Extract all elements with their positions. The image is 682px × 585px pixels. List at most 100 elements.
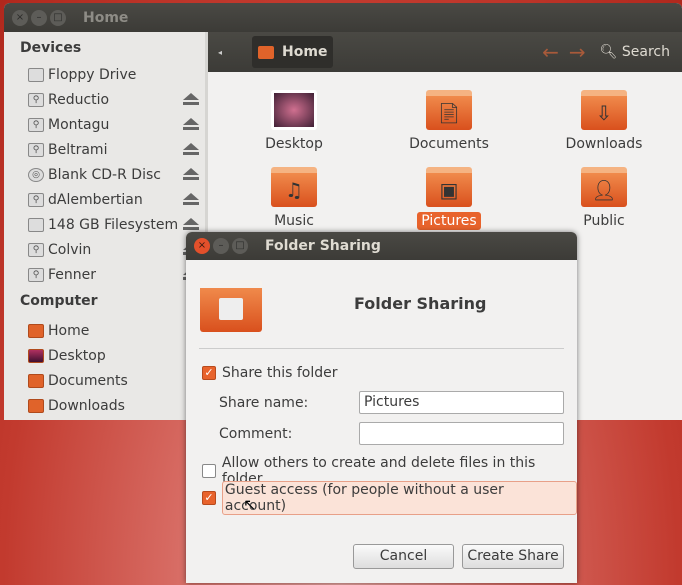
sidebar-item-device[interactable]: ◎ Blank CD-R Disc — [4, 162, 205, 187]
file-item[interactable]: ⇩ Downloads — [544, 90, 664, 152]
folder-icon: ▣ — [426, 167, 472, 207]
checkbox-unchecked-icon — [202, 464, 216, 478]
usb-drive-icon: ⚲ — [28, 117, 44, 132]
usb-drive-icon: ⚲ — [28, 242, 44, 257]
file-item[interactable]: 📄︎ Documents — [389, 90, 509, 152]
sidebar-item-label: Fenner — [48, 266, 97, 283]
sidebar-item-label: Beltrami — [48, 141, 108, 158]
usb-drive-icon: ⚲ — [28, 267, 44, 282]
file-label: Public — [583, 213, 625, 229]
folder-icon: ♫ — [271, 167, 317, 207]
forward-arrow-icon[interactable]: → — [569, 40, 586, 64]
sidebar-item-device[interactable]: ⚲ dAlembertian — [4, 187, 205, 212]
file-item[interactable]: ♫ Music — [234, 167, 354, 229]
usb-drive-icon: ⚲ — [28, 142, 44, 157]
usb-drive-icon: ⚲ — [28, 92, 44, 107]
eject-icon[interactable] — [183, 118, 199, 130]
sidebar-item-label: Montagu — [48, 116, 110, 133]
maximize-button[interactable]: □ — [50, 9, 66, 26]
sidebar-item-device[interactable]: ⚲ Colvin — [4, 237, 205, 262]
dialog-title: Folder Sharing — [265, 238, 381, 254]
dialog-close-button[interactable]: × — [194, 238, 210, 254]
sidebar-item-device[interactable]: 148 GB Filesystem — [4, 212, 205, 237]
sidebar-item-computer[interactable]: Desktop — [4, 343, 205, 368]
file-label: Music — [274, 213, 314, 229]
folder-icon: 📄︎ — [426, 90, 472, 130]
sidebar-item-computer[interactable]: Downloads — [4, 393, 205, 418]
dialog-title-bar: × – □ Folder Sharing — [186, 232, 577, 260]
cd-icon: ◎ — [28, 167, 44, 182]
sidebar-item-device[interactable]: Floppy Drive — [4, 62, 205, 87]
folder-sharing-dialog: × – □ Folder Sharing Folder Sharing ✓ Sha… — [186, 232, 577, 583]
back-history-icon[interactable]: ◂ — [218, 48, 222, 57]
file-label: Desktop — [265, 136, 323, 152]
dialog-heading: Folder Sharing — [354, 294, 487, 313]
sidebar-item-label: Desktop — [48, 347, 106, 364]
file-label: Pictures — [417, 212, 481, 230]
sidebar-item-device[interactable]: ⚲ Montagu — [4, 112, 205, 137]
toolbar: ◂ Home ← → 🔍︎ Search — [208, 32, 682, 72]
sidebar-item-label: Blank CD-R Disc — [48, 166, 161, 183]
comment-label: Comment: — [219, 426, 293, 442]
computer-header: Computer — [20, 293, 98, 309]
eject-icon[interactable] — [183, 93, 199, 105]
dialog-maximize-button[interactable]: □ — [232, 238, 248, 254]
hard-drive-icon — [28, 217, 44, 232]
folder-icon: ⇩ — [581, 90, 627, 130]
sidebar-item-device[interactable]: ⚲ Beltrami — [4, 137, 205, 162]
share-folder-label: Share this folder — [222, 365, 338, 381]
home-folder-icon — [28, 323, 44, 338]
checkbox-checked-icon: ✓ — [202, 491, 216, 505]
guest-access-checkbox[interactable]: ✓ Guest access (for people without a user… — [202, 481, 577, 515]
title-bar: × – □ Home — [4, 3, 682, 32]
sidebar-item-computer[interactable]: Documents — [4, 368, 205, 393]
documents-folder-icon — [28, 373, 44, 388]
checkbox-checked-icon: ✓ — [202, 366, 216, 380]
sidebar-item-label: Floppy Drive — [48, 66, 137, 83]
eject-icon[interactable] — [183, 143, 199, 155]
breadcrumb-home[interactable]: Home — [252, 36, 334, 68]
window-title: Home — [83, 9, 129, 26]
sidebar-item-computer[interactable]: Home — [4, 318, 205, 343]
search-label: Search — [621, 44, 670, 60]
comment-input[interactable] — [359, 422, 564, 445]
desktop-icon — [28, 348, 44, 363]
usb-drive-icon: ⚲ — [28, 192, 44, 207]
dialog-minimize-button[interactable]: – — [213, 238, 229, 254]
search-icon: 🔍︎ — [599, 44, 618, 60]
close-button[interactable]: × — [12, 9, 28, 26]
share-folder-checkbox[interactable]: ✓ Share this folder — [202, 365, 338, 381]
share-name-input[interactable]: Pictures — [359, 391, 564, 414]
search-button[interactable]: 🔍︎ Search — [600, 44, 670, 60]
eject-icon[interactable] — [183, 218, 199, 230]
sidebar-item-device[interactable]: ⚲ Fenner — [4, 262, 205, 287]
sidebar-item-label: 148 GB Filesystem — [48, 216, 179, 233]
file-item[interactable]: Desktop — [234, 90, 354, 152]
file-label: Downloads — [565, 136, 643, 152]
sidebar-item-label: dAlembertian — [48, 191, 143, 208]
downloads-folder-icon — [28, 398, 44, 413]
devices-header: Devices — [20, 40, 82, 56]
mouse-cursor-icon: ↖ — [243, 495, 257, 514]
create-share-button[interactable]: Create Share — [462, 544, 564, 569]
folder-icon: 👤︎ — [581, 167, 627, 207]
eject-icon[interactable] — [183, 193, 199, 205]
minimize-button[interactable]: – — [31, 9, 47, 26]
desktop-thumbnail-icon — [271, 90, 317, 130]
file-label: Documents — [409, 136, 489, 152]
file-item[interactable]: 👤︎ Public — [544, 167, 664, 229]
back-arrow-icon[interactable]: ← — [542, 40, 559, 64]
sidebar-item-device[interactable]: ⚲ Reductio — [4, 87, 205, 112]
cancel-button[interactable]: Cancel — [353, 544, 454, 569]
sidebar-item-label: Colvin — [48, 241, 92, 258]
share-name-label: Share name: — [219, 395, 309, 411]
home-folder-icon — [258, 45, 275, 59]
breadcrumb-label: Home — [282, 44, 328, 60]
file-item[interactable]: ▣ Pictures — [389, 167, 509, 230]
sidebar-item-label: Documents — [48, 372, 128, 389]
sidebar: Devices Floppy Drive ⚲ Reductio ⚲ Montagu ⚲ Be… — [4, 32, 208, 420]
sidebar-item-label: Reductio — [48, 91, 110, 108]
divider — [199, 348, 564, 349]
guest-access-label: Guest access (for people without a user … — [221, 481, 577, 515]
eject-icon[interactable] — [183, 168, 199, 180]
